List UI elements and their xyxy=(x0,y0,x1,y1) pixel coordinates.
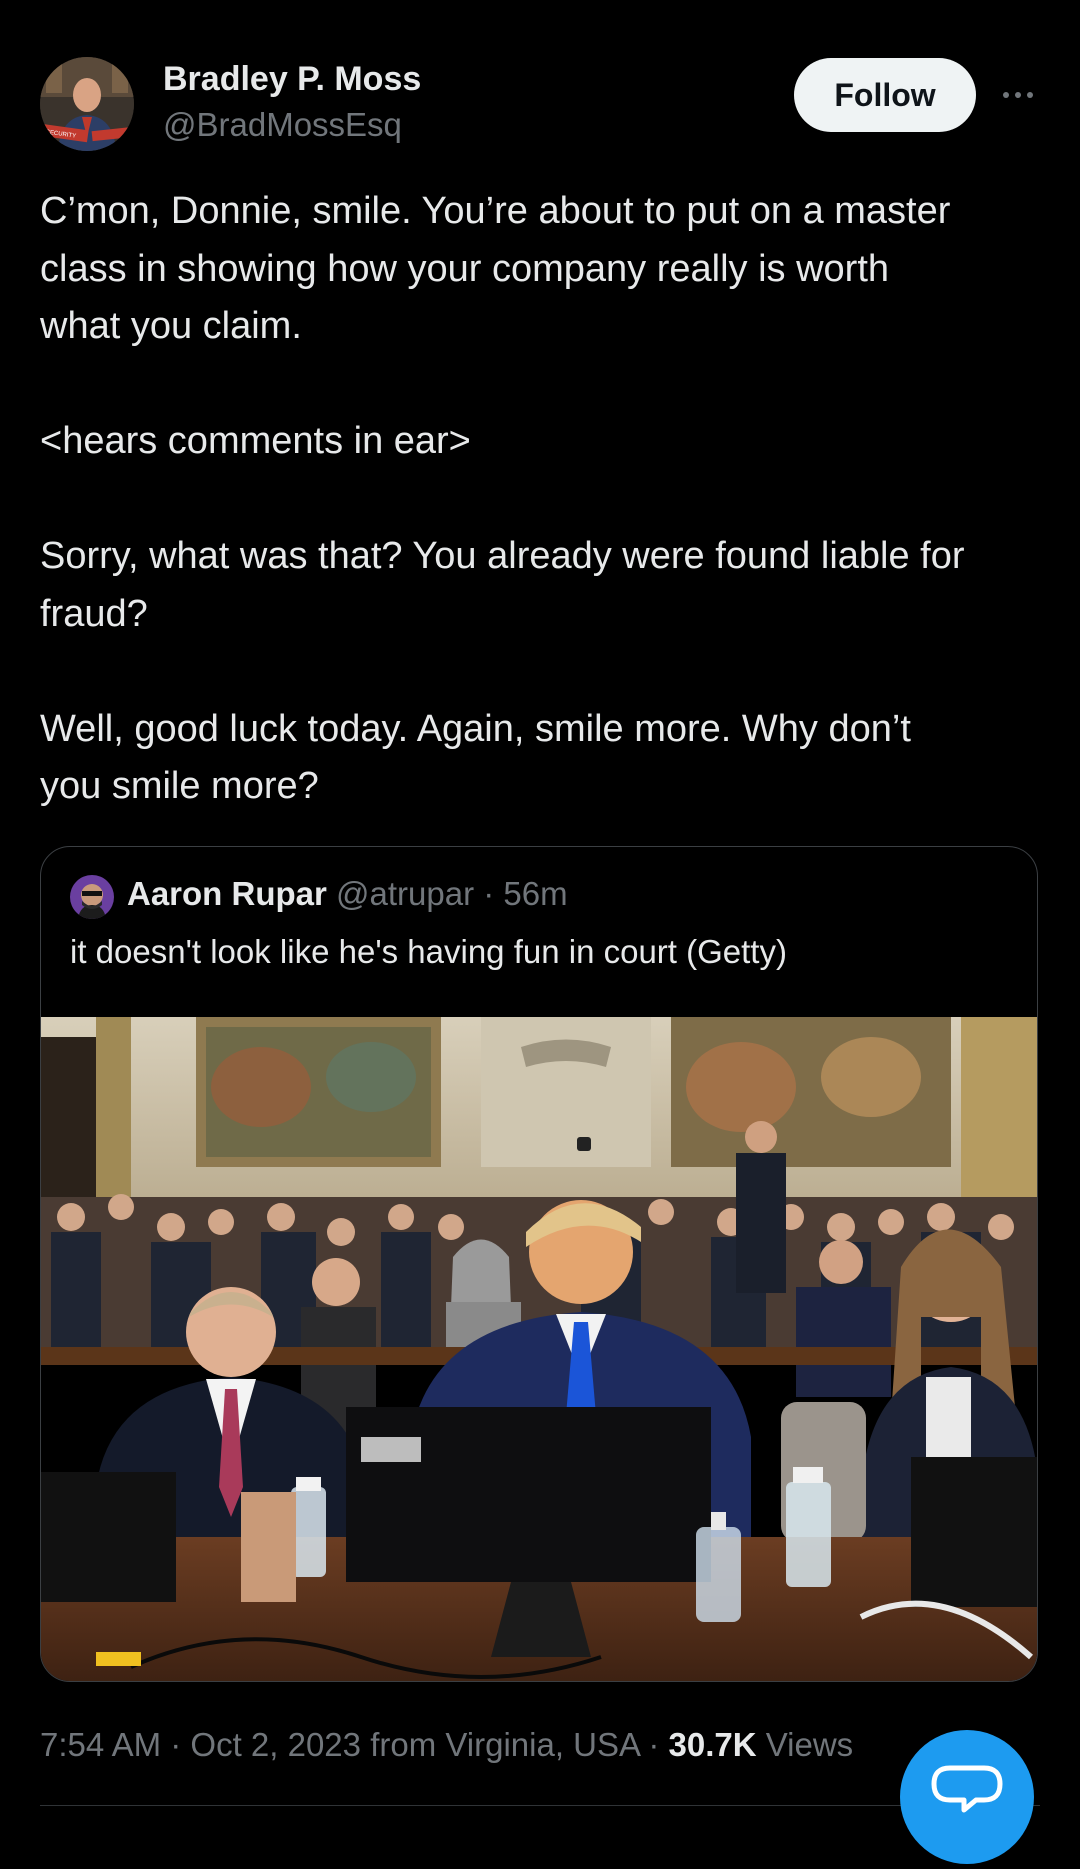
tweet-timestamp-line: 7:54 AM · Oct 2, 2023 from Virginia, USA… xyxy=(40,1726,854,1763)
reply-bubble-icon xyxy=(931,1765,1003,1813)
tweet-line: class in showing how your company really… xyxy=(40,247,890,290)
quoted-tweet-text: it doesn't look like he's having fun in … xyxy=(70,933,787,970)
views-label: Views xyxy=(765,1726,854,1763)
tweet-line: Well, good luck today. Again, smile more… xyxy=(40,707,911,750)
quoted-author-name[interactable]: Aaron Rupar xyxy=(127,875,327,912)
tweet-line: <hears comments in ear> xyxy=(40,420,471,462)
reply-fab-button[interactable] xyxy=(900,1730,1034,1864)
tweet-date[interactable]: Oct 2, 2023 xyxy=(190,1726,361,1763)
tweet-time[interactable]: 7:54 AM xyxy=(40,1726,161,1763)
tweet-line: fraud? xyxy=(40,592,148,635)
divider xyxy=(40,1805,1040,1806)
quoted-author-avatar[interactable] xyxy=(70,875,114,919)
author-avatar-image: SECURITY xyxy=(40,57,134,151)
views-count: 30.7K xyxy=(668,1726,757,1763)
meta-separator: · xyxy=(474,875,504,912)
author-handle[interactable]: @BradMossEsq xyxy=(163,106,402,144)
author-avatar[interactable]: SECURITY xyxy=(40,57,134,151)
quoted-author-handle[interactable]: @atrupar xyxy=(336,875,474,912)
tweet-text: C’mon, Donnie, smile. You’re about to pu… xyxy=(40,183,1050,816)
tweet-location: from Virginia, USA xyxy=(370,1726,640,1763)
author-name[interactable]: Bradley P. Moss xyxy=(163,60,421,99)
quoted-tweet-header: Aaron Rupar @atrupar · 56m xyxy=(127,875,568,913)
quoted-tweet-card[interactable]: Aaron Rupar @atrupar · 56m it doesn't lo… xyxy=(40,846,1038,1682)
quoted-tweet-time[interactable]: 56m xyxy=(503,875,567,912)
tweet-line: C’mon, Donnie, smile. You’re about to pu… xyxy=(40,190,951,232)
tweet-line: you smile more? xyxy=(40,765,319,807)
tweet-line: what you claim. xyxy=(40,305,302,347)
courtroom-photo[interactable] xyxy=(41,1017,1038,1682)
follow-button[interactable]: Follow xyxy=(794,58,976,132)
more-horizontal-icon[interactable] xyxy=(1000,80,1036,110)
tweet-line: Sorry, what was that? You already were f… xyxy=(40,535,965,577)
